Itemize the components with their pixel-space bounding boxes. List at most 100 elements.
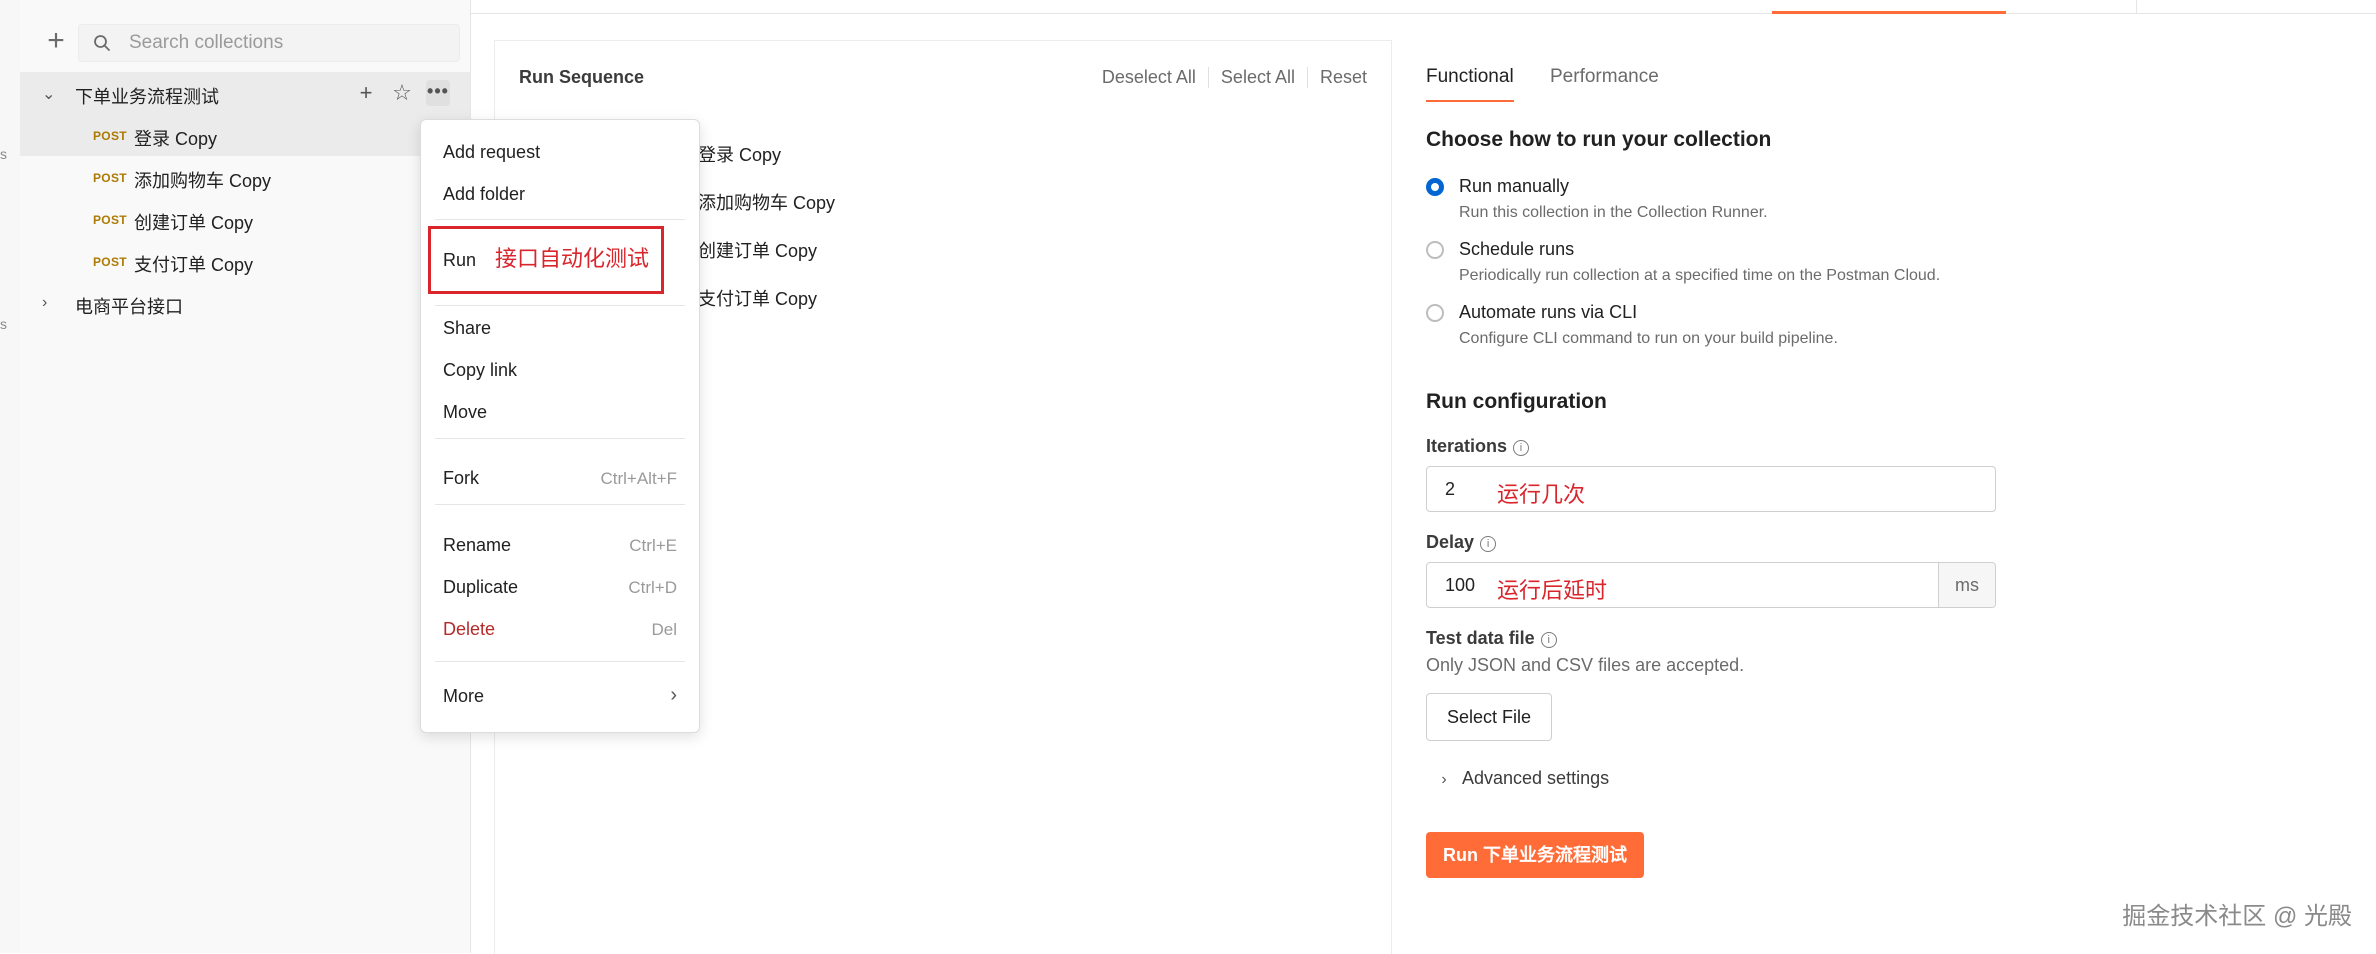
rail-fragment: s bbox=[0, 316, 7, 332]
run-sequence-actions: Deselect All Select All Reset bbox=[1090, 67, 1367, 88]
collection-row[interactable]: ⌄ 下单业务流程测试 + ☆ ••• bbox=[20, 72, 470, 114]
select-all-button[interactable]: Select All bbox=[1207, 67, 1307, 88]
sequence-item[interactable]: 登录 Copy bbox=[698, 141, 781, 167]
menu-shortcut: Ctrl+Alt+F bbox=[600, 469, 677, 488]
collection-name: 电商平台接口 bbox=[75, 297, 183, 317]
menu-item-label: Rename bbox=[443, 535, 512, 555]
info-icon[interactable]: i bbox=[1480, 536, 1497, 552]
radio-button[interactable] bbox=[1426, 241, 1444, 259]
menu-item-add-request[interactable]: Add request bbox=[443, 132, 677, 172]
menu-divider bbox=[435, 504, 685, 505]
select-file-button[interactable]: Select File bbox=[1426, 693, 1552, 741]
request-name: 添加购物车 Copy bbox=[134, 171, 272, 191]
menu-item-label: Add request bbox=[443, 142, 541, 162]
sequence-item[interactable]: 创建订单 Copy bbox=[698, 237, 817, 263]
request-row[interactable]: POST 登录 Copy bbox=[20, 114, 470, 156]
delay-value[interactable]: 100 bbox=[1445, 575, 1475, 596]
tab-divider bbox=[2136, 0, 2137, 13]
search-input[interactable] bbox=[127, 31, 451, 55]
menu-shortcut: Del bbox=[651, 620, 677, 639]
rail-fragment: s bbox=[0, 146, 7, 162]
menu-item-label: Share bbox=[443, 318, 492, 338]
menu-divider bbox=[435, 305, 685, 306]
iterations-label: Iterations i bbox=[1426, 436, 1530, 457]
test-data-file-label: Test data file i bbox=[1426, 628, 1557, 649]
advanced-settings-label: Advanced settings bbox=[1462, 768, 1610, 788]
menu-item-share[interactable]: Share bbox=[443, 308, 677, 348]
more-options-icon[interactable]: ••• bbox=[426, 80, 450, 106]
test-data-hint: Only JSON and CSV files are accepted. bbox=[1426, 655, 1745, 675]
request-name: 支付订单 Copy bbox=[134, 255, 254, 275]
request-row[interactable]: POST 支付订单 Copy bbox=[20, 240, 470, 282]
radio-button[interactable] bbox=[1426, 304, 1444, 322]
menu-item-label: Delete bbox=[443, 619, 496, 639]
delay-label-text: Delay bbox=[1426, 532, 1475, 552]
menu-item-rename[interactable]: Rename Ctrl+E bbox=[443, 525, 677, 565]
run-configuration-heading: Run configuration bbox=[1426, 390, 1607, 413]
run-option-description: Periodically run collection at a specifi… bbox=[1459, 267, 1941, 284]
tab-functional[interactable]: Functional bbox=[1426, 66, 1514, 88]
tab-active-underline bbox=[1426, 100, 1514, 102]
active-tab-indicator bbox=[1772, 11, 2006, 14]
new-collection-plus-icon[interactable]: + bbox=[40, 26, 72, 58]
menu-item-label: Copy link bbox=[443, 360, 518, 380]
menu-shortcut: Ctrl+E bbox=[629, 536, 677, 555]
iterations-value[interactable]: 2 bbox=[1445, 479, 1455, 500]
menu-item-label: Add folder bbox=[443, 184, 526, 204]
menu-item-move[interactable]: Move bbox=[443, 392, 677, 432]
menu-item-more[interactable]: More › bbox=[443, 676, 677, 716]
run-sequence-title: Run Sequence bbox=[519, 67, 645, 87]
search-collections-box[interactable] bbox=[78, 24, 460, 62]
run-option-label: Automate runs via CLI bbox=[1459, 302, 1638, 322]
run-collection-button[interactable]: Run 下单业务流程测试 bbox=[1426, 832, 1644, 878]
chevron-right-icon[interactable]: › bbox=[42, 294, 47, 312]
menu-item-label: More bbox=[443, 686, 485, 706]
run-option-description: Run this collection in the Collection Ru… bbox=[1459, 204, 1768, 221]
collection-row-actions: + ☆ ••• bbox=[354, 80, 450, 106]
advanced-settings-toggle[interactable]: › Advanced settings bbox=[1426, 768, 1609, 789]
add-request-plus-icon[interactable]: + bbox=[354, 80, 378, 106]
reset-button[interactable]: Reset bbox=[1306, 67, 1367, 88]
menu-item-duplicate[interactable]: Duplicate Ctrl+D bbox=[443, 567, 677, 607]
iterations-label-text: Iterations bbox=[1426, 436, 1508, 456]
menu-item-add-folder[interactable]: Add folder bbox=[443, 174, 677, 214]
menu-divider bbox=[435, 661, 685, 662]
sequence-item[interactable]: 添加购物车 Copy bbox=[698, 189, 835, 215]
collection-row[interactable]: › 电商平台接口 bbox=[20, 282, 470, 324]
tab-bar-border bbox=[470, 13, 2376, 14]
star-icon[interactable]: ☆ bbox=[390, 80, 414, 106]
test-data-label-text: Test data file bbox=[1426, 628, 1535, 648]
chevron-right-icon: › bbox=[1441, 771, 1447, 788]
menu-item-copy-link[interactable]: Copy link bbox=[443, 350, 677, 390]
deselect-all-button[interactable]: Deselect All bbox=[1090, 67, 1208, 88]
request-name: 登录 Copy bbox=[134, 129, 218, 149]
iterations-annotation: 运行几次 bbox=[1497, 482, 1586, 507]
iterations-input[interactable]: 2 运行几次 bbox=[1426, 466, 1996, 512]
tab-performance[interactable]: Performance bbox=[1550, 66, 1659, 88]
menu-item-fork[interactable]: Fork Ctrl+Alt+F bbox=[443, 458, 677, 498]
search-icon bbox=[94, 35, 110, 51]
chevron-right-icon: › bbox=[670, 684, 677, 706]
delay-input[interactable]: 100 运行后延时 ms bbox=[1426, 562, 1996, 608]
run-annotation: 接口自动化测试 bbox=[495, 246, 650, 271]
request-name: 创建订单 Copy bbox=[134, 213, 254, 233]
delay-label: Delay i bbox=[1426, 532, 1497, 553]
chevron-down-icon[interactable]: ⌄ bbox=[42, 84, 55, 104]
menu-item-delete[interactable]: Delete Del bbox=[443, 609, 677, 649]
delay-unit: ms bbox=[1938, 563, 1995, 607]
http-method-badge: POST bbox=[93, 255, 127, 269]
http-method-badge: POST bbox=[93, 171, 127, 185]
runner-config-pane: Functional Performance Choose how to run… bbox=[1390, 40, 2376, 953]
collection-context-menu: Add request Add folder Run 接口自动化测试 Share… bbox=[420, 119, 700, 733]
info-icon[interactable]: i bbox=[1513, 440, 1530, 456]
info-icon[interactable]: i bbox=[1540, 632, 1557, 648]
menu-item-label: Duplicate bbox=[443, 577, 519, 597]
watermark: 掘金技术社区 @ 光殿 bbox=[2122, 903, 2352, 930]
request-row[interactable]: POST 添加购物车 Copy bbox=[20, 156, 470, 198]
collection-name: 下单业务流程测试 bbox=[75, 87, 219, 107]
menu-divider bbox=[435, 438, 685, 439]
run-option-label: Run manually bbox=[1459, 176, 1570, 196]
radio-button-selected[interactable] bbox=[1426, 178, 1444, 196]
sequence-item[interactable]: 支付订单 Copy bbox=[698, 285, 817, 311]
request-row[interactable]: POST 创建订单 Copy bbox=[20, 198, 470, 240]
